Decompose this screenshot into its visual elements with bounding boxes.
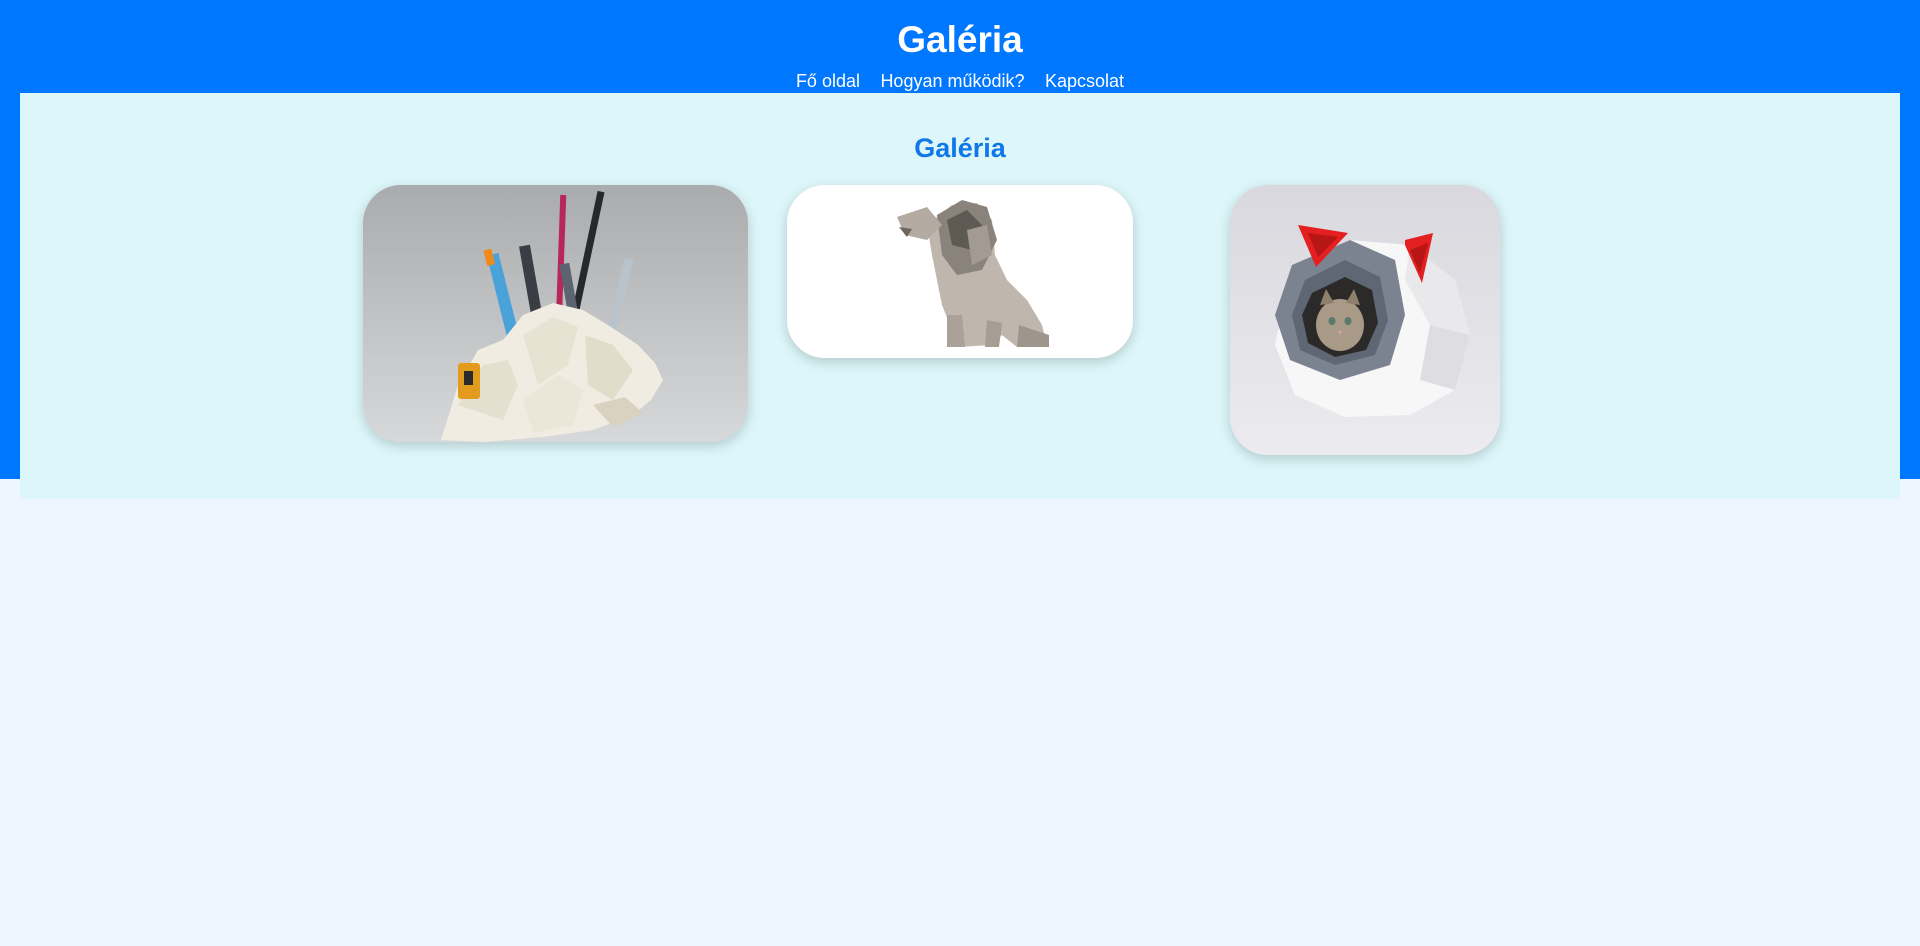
- cat-house-graphic: [1230, 185, 1500, 455]
- lion-statue-image[interactable]: [787, 185, 1133, 358]
- cat-house-image[interactable]: [1230, 185, 1500, 455]
- nav-link-home[interactable]: Fő oldal: [796, 71, 860, 91]
- lion-statue-graphic: [787, 185, 1133, 358]
- gallery-panel: Galéria: [20, 93, 1900, 499]
- nav-link-contact[interactable]: Kapcsolat: [1045, 71, 1124, 91]
- gallery-title: Galéria: [914, 133, 1006, 163]
- site-title: Galéria: [897, 19, 1023, 60]
- nav-link-how-it-works[interactable]: Hogyan működik?: [880, 71, 1024, 91]
- site-header: Galéria Fő oldal Hogyan működik? Kapcsol…: [0, 0, 1920, 499]
- main-nav: Fő oldal Hogyan működik? Kapcsolat: [20, 70, 1900, 92]
- pen-holder-image[interactable]: [363, 185, 748, 442]
- pen-holder-graphic: [363, 185, 748, 442]
